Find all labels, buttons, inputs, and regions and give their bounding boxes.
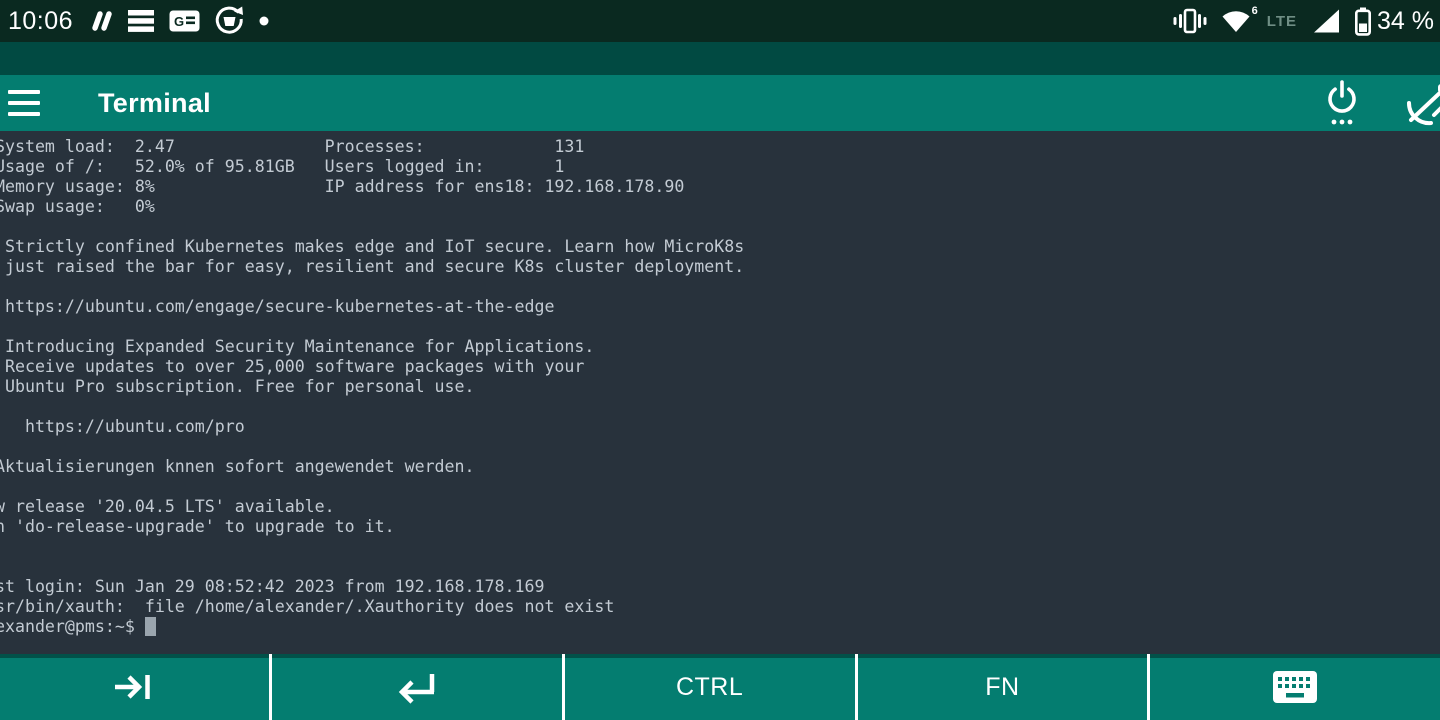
ctrl-key[interactable]: CTRL: [562, 654, 855, 720]
terminal-line: * Strictly confined Kubernetes makes edg…: [0, 237, 744, 257]
terminal-line: Last login: Sun Jan 29 08:52:42 2023 fro…: [0, 577, 744, 597]
terminal-line: New release '20.04.5 LTS' available.: [0, 497, 744, 517]
terminal-screen[interactable]: System load: 2.47 Processes: 131 Usage o…: [0, 131, 1440, 654]
clock: 10:06: [6, 7, 73, 36]
app-bar: Terminal: [0, 75, 1440, 131]
terminal-line: System load: 2.47 Processes: 131: [0, 137, 744, 157]
terminal-line: [0, 397, 744, 417]
fn-key-label: FN: [985, 673, 1019, 702]
terminal-line: Usage of /: 52.0% of 95.81GB Users logge…: [0, 157, 744, 177]
terminal-line: [0, 557, 744, 577]
terminal-cursor: [145, 617, 156, 636]
store-update-icon: [214, 6, 245, 36]
toggle-keyboard-key[interactable]: [1147, 654, 1440, 720]
priority-mode-icon: [87, 8, 113, 34]
app-bar-scrim: [0, 42, 1440, 75]
status-bar: 10:06 G: [0, 0, 1440, 42]
notification-lines-icon: [127, 8, 155, 34]
extra-keys-bar: CTRL FN: [0, 654, 1440, 720]
terminal-line: [0, 437, 744, 457]
terminal-line: * Introducing Expanded Security Maintena…: [0, 337, 744, 357]
terminal-line: 0 Aktualisierungen knnen sofort angewend…: [0, 457, 744, 477]
terminal-line: Swap usage: 0%: [0, 197, 744, 217]
svg-text:G: G: [174, 14, 184, 29]
enter-arrow-icon: [394, 669, 440, 705]
battery-percent-label: 34 %: [1377, 7, 1434, 36]
page-title: Terminal: [98, 88, 211, 119]
phone-disconnect-icon[interactable]: [1404, 81, 1440, 127]
vibrate-icon: [1173, 7, 1207, 35]
enter-key[interactable]: [269, 654, 562, 720]
gpay-card-icon: G: [169, 8, 200, 34]
terminal-line: Memory usage: 8% IP address for ens18: 1…: [0, 177, 744, 197]
shell-prompt: alexander@pms:~$: [0, 617, 145, 636]
notification-dot-icon: [259, 16, 269, 26]
cell-signal-icon: [1313, 9, 1340, 33]
tab-key[interactable]: [0, 654, 269, 720]
terminal-line: https://ubuntu.com/engage/secure-kuberne…: [0, 297, 744, 317]
network-type-label: LTE: [1267, 13, 1297, 30]
ctrl-key-label: CTRL: [676, 673, 743, 702]
terminal-line: /usr/bin/xauth: file /home/alexander/.Xa…: [0, 597, 744, 617]
wifi6-badge: 6: [1252, 5, 1258, 17]
tab-arrow-icon: [113, 668, 157, 706]
terminal-line: Receive updates to over 25,000 software …: [0, 357, 744, 377]
terminal-line: just raised the bar for easy, resilient …: [0, 257, 744, 277]
keyboard-icon: [1272, 670, 1318, 704]
terminal-line: [0, 537, 744, 557]
terminal-prompt-line: alexander@pms:~$: [0, 617, 744, 637]
menu-icon[interactable]: [8, 90, 42, 116]
terminal-line: [0, 477, 744, 497]
power-menu-icon[interactable]: [1324, 79, 1360, 127]
terminal-line: https://ubuntu.com/pro: [0, 417, 744, 437]
terminal-line: Ubuntu Pro subscription. Free for person…: [0, 377, 744, 397]
terminal-line: Run 'do-release-upgrade' to upgrade to i…: [0, 517, 744, 537]
fn-key[interactable]: FN: [855, 654, 1148, 720]
battery-icon: [1354, 7, 1372, 36]
wifi-icon: 6: [1221, 9, 1251, 34]
terminal-line: [0, 217, 744, 237]
terminal-line: [0, 277, 744, 297]
terminal-output: System load: 2.47 Processes: 131 Usage o…: [0, 137, 744, 637]
terminal-line: [0, 317, 744, 337]
